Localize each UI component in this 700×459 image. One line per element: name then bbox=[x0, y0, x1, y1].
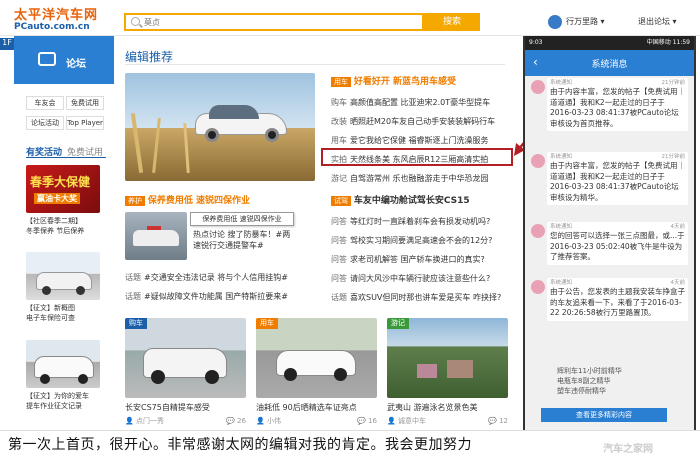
list-item[interactable]: 电瓶车8副之精华 bbox=[557, 376, 687, 386]
avatar bbox=[531, 280, 545, 294]
featured-car-image[interactable] bbox=[125, 73, 315, 181]
section-title: 编辑推荐 bbox=[125, 50, 174, 64]
search-button[interactable]: 搜索 bbox=[424, 13, 480, 31]
promo-caption[interactable]: 【征文】为你的爱车 提车作业征文记录 bbox=[26, 391, 106, 411]
thumbnail-caption[interactable]: 油耗低 90后晒精选车证亮点 bbox=[256, 402, 377, 413]
phone-nav-title: 系统消息 bbox=[591, 60, 628, 70]
list-item[interactable]: 问答 驾校实习期间要满足高速会不会的12分? bbox=[331, 231, 507, 250]
promo-car-image[interactable] bbox=[26, 340, 100, 388]
user-name-link[interactable]: 行万里路 ▾ bbox=[566, 16, 605, 27]
forum-tab-label: 论坛 bbox=[66, 59, 86, 70]
category-tag: 用车 bbox=[256, 318, 278, 329]
list-item[interactable]: 话题 喜欢SUV但同时那也讲车爱是买车 咋抉择? bbox=[331, 288, 507, 307]
user-avatar[interactable] bbox=[548, 15, 562, 29]
promo-subtitle: 赢油卡大奖 bbox=[34, 193, 80, 204]
thumbnail-image[interactable]: 购车 bbox=[125, 318, 246, 398]
list-item[interactable]: 游记 自驾游常州 乐也融融游走于中华恐龙园 bbox=[331, 169, 507, 188]
search-icon bbox=[131, 17, 140, 26]
category-tag: 购车 bbox=[125, 318, 147, 329]
thumbnail-image[interactable]: 游记 bbox=[387, 318, 508, 398]
promo-caption[interactable]: 【社区春季二期】 冬季保养 节后保养 bbox=[26, 216, 106, 236]
highlight-box bbox=[321, 148, 513, 166]
chat-bubble-icon bbox=[38, 52, 56, 66]
thumbnail-caption[interactable]: 武夷山 游遍泳名览景色美 bbox=[387, 402, 508, 413]
promo-caption[interactable]: 【征文】新概图 电子车保险可查 bbox=[26, 303, 106, 323]
tooltip: 保养费用低 速锐四保作业 bbox=[190, 212, 294, 226]
list-item[interactable]: 话题 #交通安全违法记录 将与个人信用挂钩# bbox=[125, 272, 313, 283]
promo-line: 冬季保养 节后保养 bbox=[26, 227, 85, 235]
search-box[interactable] bbox=[124, 13, 424, 31]
promo-line: 【征文】新概图 bbox=[26, 304, 75, 312]
phone-nav-bar: ‹ 系统消息 bbox=[525, 50, 694, 76]
promo-title: 春季大保健 bbox=[30, 175, 91, 189]
maintenance-headline[interactable]: 养护 保养费用低 速锐四保作业 bbox=[125, 195, 250, 207]
qa-list: 问答 等红灯时一直踩着刹车会有损发动机吗? 问答 驾校实习期间要满足高速会不会的12… bbox=[331, 212, 507, 307]
thumbnail-meta: 👤 点门一秀 💬 26 bbox=[125, 417, 246, 425]
promo-line: 【征文】为你的爱车 bbox=[26, 392, 89, 400]
list-item[interactable]: 购车 高颜值高配置 比亚迪宋2.0T豪华型提车 bbox=[331, 93, 507, 112]
list-item[interactable]: 塑车违停耐精华 bbox=[557, 386, 687, 396]
thumbnail-meta: 👤 小伟 💬 16 bbox=[256, 417, 377, 425]
promo-line: 电子车保险可查 bbox=[26, 314, 75, 322]
news-list: 购车 高颜值高配置 比亚迪宋2.0T豪华型提车 改装 晒照赶M20车友自己动手安装装… bbox=[331, 93, 507, 188]
message-card[interactable]: 系统通知 4天前 由于公告，您发表的主题我安装车挣盒子的车友追来看一下，来看了于2… bbox=[547, 278, 688, 321]
thumbnail-image[interactable]: 用车 bbox=[256, 318, 377, 398]
list-item[interactable]: 问答 求老司机解答 国产轿车换进口的真实? bbox=[331, 250, 507, 269]
message-list: 系统通知 21分钟前 由于内容丰富，您发的帖子【免费试用｜道道通】我和K2一起走过… bbox=[525, 78, 694, 408]
extra-list: 辉利车11小时前精华 电瓶车8副之精华 塑车违停耐精华 bbox=[557, 366, 687, 396]
list-item[interactable]: 改装 晒照赶M20车友自己动手安装装解码行车 bbox=[331, 112, 507, 131]
divider bbox=[26, 157, 106, 158]
search-input[interactable] bbox=[144, 16, 414, 28]
avatar bbox=[531, 80, 545, 94]
phone-status-bar: 9:03 中国移动 11:59 bbox=[525, 36, 694, 50]
free-trial-button[interactable]: 免费试用 bbox=[66, 96, 104, 110]
headline-text: 车友中编功舱试驾长安CS15 bbox=[353, 196, 470, 206]
message-card[interactable]: 系统通知 4天前 您的回答可以选择一张三点图最，或...于2016-03-23 0… bbox=[547, 222, 688, 265]
list-item[interactable]: 问答 请问大风沙中车辆行驶应该注意些什么? bbox=[331, 269, 507, 288]
category-tag: 游记 bbox=[387, 318, 409, 329]
headline-text: 保养费用低 速锐四保作业 bbox=[147, 196, 251, 206]
promo-line: 【社区春季二期】 bbox=[26, 217, 82, 225]
list-item[interactable]: 问答 等红灯时一直踩着刹车会有损发动机吗? bbox=[331, 212, 507, 231]
thumbnail-meta: 👤 诚意中车 💬 12 bbox=[387, 417, 508, 425]
topic-subtitle: 速锐行交通提警车# bbox=[193, 241, 264, 250]
car-club-button[interactable]: 车友会 bbox=[26, 96, 64, 110]
top-player-button[interactable]: Top Player bbox=[66, 116, 104, 130]
promo-line: 提车作业征文记录 bbox=[26, 402, 82, 410]
promo-banner[interactable]: 春季大保健 赢油卡大奖 bbox=[26, 165, 100, 213]
divider bbox=[125, 64, 505, 65]
topic-title: 热点讨论 搜了防暴车！#两 bbox=[193, 230, 291, 239]
floor-label: 1F bbox=[0, 38, 14, 50]
watermark: 汽车之家网 bbox=[603, 444, 653, 455]
promo-car-image[interactable] bbox=[26, 252, 100, 300]
message-card[interactable]: 系统通知 21分钟前 由于内容丰富，您发的帖子【免费试用｜道道通】我和K2一起走过… bbox=[547, 78, 688, 131]
top-headline[interactable]: 用车 好看好开 新蓝鸟用车感受 bbox=[331, 76, 456, 88]
thumbnail-caption[interactable]: 长安CS75自精提车感受 bbox=[125, 402, 246, 413]
forum-tab[interactable] bbox=[14, 36, 114, 84]
test-drive-headline[interactable]: 试驾 车友中编功舱试驾长安CS15 bbox=[331, 195, 470, 207]
avatar bbox=[531, 224, 545, 238]
list-item[interactable]: 辉利车11小时前精华 bbox=[557, 366, 687, 376]
list-item[interactable]: 话题 #疑似故障文件功能属 国产特斯拉要来# bbox=[125, 291, 313, 302]
avatar bbox=[531, 154, 545, 168]
forum-activity-button[interactable]: 论坛活动 bbox=[26, 116, 64, 130]
category-tag: 用车 bbox=[331, 77, 351, 87]
caption-text: 第一次上首页，很开心。非常感谢太网的编辑对我的肯定。我会更加努力 bbox=[8, 437, 472, 453]
category-tag: 试驾 bbox=[331, 196, 351, 206]
site-logo[interactable]: 太平洋汽车网 bbox=[14, 9, 98, 23]
hot-topic[interactable]: 热点讨论 搜了防暴车！#两 速锐行交通提警车# bbox=[193, 229, 311, 251]
view-more-button[interactable]: 查看更多精彩内容 bbox=[541, 408, 667, 422]
category-tag: 养护 bbox=[125, 196, 145, 206]
police-car-image[interactable] bbox=[125, 212, 187, 260]
headline-text: 好看好开 新蓝鸟用车感受 bbox=[353, 77, 457, 87]
message-card[interactable]: 系统通知 21分钟前 由于内容丰富，您发的帖子【免费试用｜道道通】我和K2一起走过… bbox=[547, 152, 688, 205]
logout-link[interactable]: 退出论坛 ▾ bbox=[638, 16, 677, 27]
site-logo-domain: PCauto.com.cn bbox=[14, 22, 90, 32]
